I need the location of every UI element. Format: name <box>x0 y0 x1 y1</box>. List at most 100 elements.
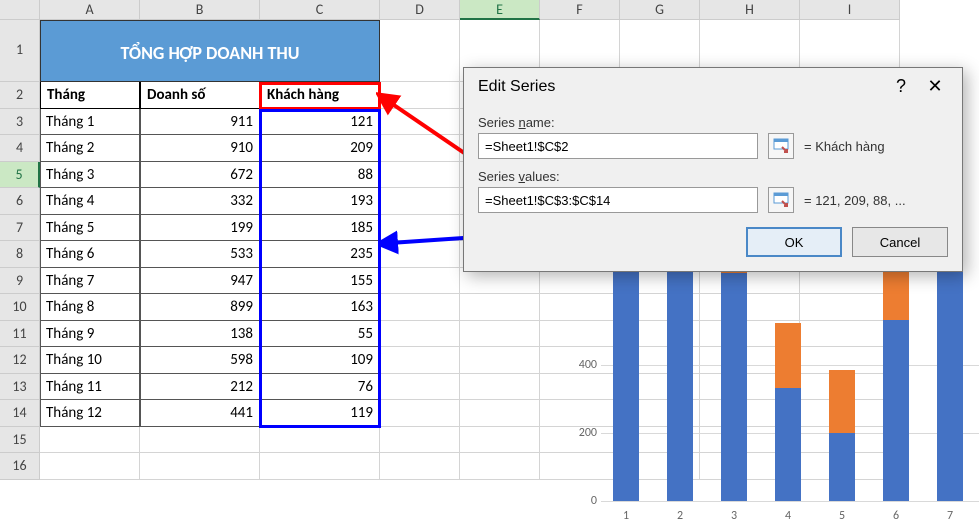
column-header-H[interactable]: H <box>700 0 800 20</box>
cell-D13[interactable] <box>380 374 460 401</box>
row-header-11[interactable]: 11 <box>0 321 40 348</box>
cell-thang-8[interactable]: Tháng 6 <box>40 241 140 268</box>
cell-A16[interactable] <box>40 453 140 480</box>
row-header-3[interactable]: 3 <box>0 109 40 136</box>
cancel-button[interactable]: Cancel <box>852 227 948 257</box>
header-thang[interactable]: Tháng <box>40 82 140 109</box>
row-header-16[interactable]: 16 <box>0 453 40 480</box>
row-header-15[interactable]: 15 <box>0 427 40 454</box>
cell-khachhang-3[interactable]: 121 <box>260 109 380 136</box>
ok-button[interactable]: OK <box>746 227 842 257</box>
row-header-6[interactable]: 6 <box>0 188 40 215</box>
close-button[interactable]: ✕ <box>918 76 952 97</box>
series-values-input[interactable] <box>478 187 758 213</box>
cell-D2[interactable] <box>380 82 460 109</box>
cell-doanhso-10[interactable]: 899 <box>140 294 260 321</box>
cell-khachhang-5[interactable]: 88 <box>260 162 380 189</box>
cell-D10[interactable] <box>380 294 460 321</box>
row-header-5[interactable]: 5 <box>0 162 40 189</box>
series-name-input[interactable] <box>478 133 758 159</box>
cell-D7[interactable] <box>380 215 460 242</box>
cell-thang-14[interactable]: Tháng 12 <box>40 400 140 427</box>
cell-C16[interactable] <box>260 453 380 480</box>
cell-khachhang-12[interactable]: 109 <box>260 347 380 374</box>
cell-doanhso-11[interactable]: 138 <box>140 321 260 348</box>
cell-E14[interactable] <box>460 400 540 427</box>
range-picker-values-button[interactable] <box>768 187 794 213</box>
cell-D1[interactable] <box>380 20 460 82</box>
cell-doanhso-4[interactable]: 910 <box>140 135 260 162</box>
cell-E13[interactable] <box>460 374 540 401</box>
cell-doanhso-5[interactable]: 672 <box>140 162 260 189</box>
cell-khachhang-7[interactable]: 185 <box>260 215 380 242</box>
cell-khachhang-8[interactable]: 235 <box>260 241 380 268</box>
column-header-G[interactable]: G <box>620 0 700 20</box>
cell-D8[interactable] <box>380 241 460 268</box>
title-cell[interactable]: TỔNG HỢP DOANH THU <box>40 20 380 82</box>
column-header-A[interactable]: A <box>40 0 140 20</box>
cell-doanhso-12[interactable]: 598 <box>140 347 260 374</box>
header-doanh-so[interactable]: Doanh số <box>140 82 260 109</box>
cell-D9[interactable] <box>380 268 460 295</box>
select-all-corner[interactable] <box>0 0 40 20</box>
cell-thang-3[interactable]: Tháng 1 <box>40 109 140 136</box>
column-header-C[interactable]: C <box>260 0 380 20</box>
cell-D14[interactable] <box>380 400 460 427</box>
cell-D12[interactable] <box>380 347 460 374</box>
cell-D6[interactable] <box>380 188 460 215</box>
cell-khachhang-6[interactable]: 193 <box>260 188 380 215</box>
cell-E12[interactable] <box>460 347 540 374</box>
cell-khachhang-4[interactable]: 209 <box>260 135 380 162</box>
cell-thang-13[interactable]: Tháng 11 <box>40 374 140 401</box>
header-khach-hang[interactable]: Khách hàng <box>260 82 380 109</box>
cell-A15[interactable] <box>40 427 140 454</box>
cell-doanhso-7[interactable]: 199 <box>140 215 260 242</box>
row-header-9[interactable]: 9 <box>0 268 40 295</box>
cell-E15[interactable] <box>460 427 540 454</box>
cell-thang-10[interactable]: Tháng 8 <box>40 294 140 321</box>
cell-E10[interactable] <box>460 294 540 321</box>
column-header-D[interactable]: D <box>380 0 460 20</box>
cell-B15[interactable] <box>140 427 260 454</box>
cell-thang-5[interactable]: Tháng 3 <box>40 162 140 189</box>
row-header-4[interactable]: 4 <box>0 135 40 162</box>
row-header-7[interactable]: 7 <box>0 215 40 242</box>
cell-doanhso-9[interactable]: 947 <box>140 268 260 295</box>
row-header-8[interactable]: 8 <box>0 241 40 268</box>
range-picker-name-button[interactable] <box>768 133 794 159</box>
cell-thang-7[interactable]: Tháng 5 <box>40 215 140 242</box>
cell-D3[interactable] <box>380 109 460 136</box>
cell-doanhso-6[interactable]: 332 <box>140 188 260 215</box>
cell-D4[interactable] <box>380 135 460 162</box>
cell-doanhso-14[interactable]: 441 <box>140 400 260 427</box>
cell-D5[interactable] <box>380 162 460 189</box>
cell-doanhso-13[interactable]: 212 <box>140 374 260 401</box>
dialog-titlebar[interactable]: Edit Series ? ✕ <box>464 68 962 103</box>
cell-thang-9[interactable]: Tháng 7 <box>40 268 140 295</box>
column-header-F[interactable]: F <box>540 0 620 20</box>
column-header-E[interactable]: E <box>460 0 540 20</box>
row-header-14[interactable]: 14 <box>0 400 40 427</box>
cell-D11[interactable] <box>380 321 460 348</box>
cell-doanhso-8[interactable]: 533 <box>140 241 260 268</box>
cell-khachhang-14[interactable]: 119 <box>260 400 380 427</box>
cell-khachhang-10[interactable]: 163 <box>260 294 380 321</box>
help-button[interactable]: ? <box>884 76 918 97</box>
cell-khachhang-13[interactable]: 76 <box>260 374 380 401</box>
row-header-13[interactable]: 13 <box>0 374 40 401</box>
row-header-1[interactable]: 1 <box>0 20 40 82</box>
column-header-B[interactable]: B <box>140 0 260 20</box>
cell-C15[interactable] <box>260 427 380 454</box>
cell-khachhang-11[interactable]: 55 <box>260 321 380 348</box>
cell-thang-4[interactable]: Tháng 2 <box>40 135 140 162</box>
cell-D15[interactable] <box>380 427 460 454</box>
cell-D16[interactable] <box>380 453 460 480</box>
cell-khachhang-9[interactable]: 155 <box>260 268 380 295</box>
cell-E16[interactable] <box>460 453 540 480</box>
row-header-2[interactable]: 2 <box>0 82 40 109</box>
stacked-bar-chart[interactable]: 02004001234567 <box>559 297 979 527</box>
row-header-10[interactable]: 10 <box>0 294 40 321</box>
cell-E11[interactable] <box>460 321 540 348</box>
cell-doanhso-3[interactable]: 911 <box>140 109 260 136</box>
row-header-12[interactable]: 12 <box>0 347 40 374</box>
